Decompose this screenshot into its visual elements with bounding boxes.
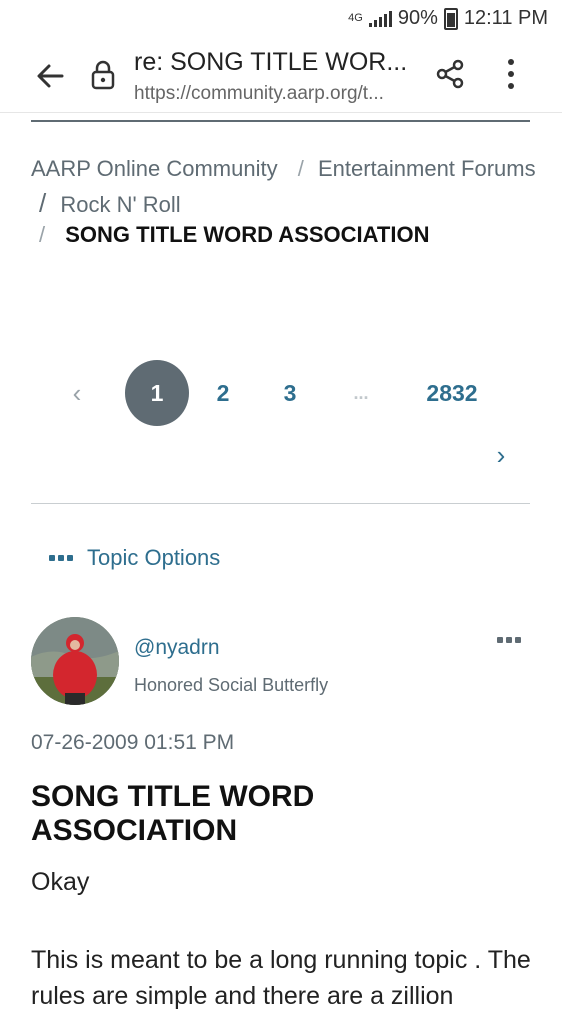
divider: [31, 120, 530, 122]
breadcrumb-separator: /: [39, 188, 47, 218]
page-ellipsis: ...: [353, 382, 369, 403]
next-page-icon[interactable]: ›: [488, 440, 514, 470]
author-link[interactable]: @nyadrn: [134, 636, 220, 660]
post-title: SONG TITLE WORD ASSOCIATION: [31, 780, 315, 847]
author-rank: Honored Social Butterfly: [134, 675, 329, 695]
ellipsis-icon: [497, 637, 521, 643]
battery-icon: [443, 7, 458, 30]
signal-icon: [368, 10, 392, 27]
share-icon[interactable]: [434, 58, 466, 90]
post-body-line: Okay: [31, 868, 90, 896]
page-last[interactable]: 2832: [416, 360, 488, 426]
browser-toolbar: re: SONG TITLE WOR... https://community.…: [0, 38, 562, 113]
post-menu-button[interactable]: [497, 630, 521, 648]
topic-options-button[interactable]: Topic Options: [49, 545, 220, 571]
url-text[interactable]: https://community.aarp.org/t...: [134, 83, 384, 105]
status-icons: 4G 90% 12:11 PM: [348, 7, 548, 30]
status-bar: 4G 90% 12:11 PM: [0, 0, 562, 38]
network-icon: 4G: [348, 12, 363, 24]
back-arrow-icon[interactable]: [34, 60, 66, 92]
prev-page-icon[interactable]: ‹: [62, 360, 92, 426]
battery-percent: 90%: [397, 7, 438, 29]
breadcrumb-separator: /: [39, 222, 46, 247]
page-title[interactable]: re: SONG TITLE WOR...: [134, 48, 407, 77]
topic-options-label: Topic Options: [87, 545, 221, 570]
lock-icon[interactable]: [90, 60, 116, 90]
page-3[interactable]: 3: [272, 360, 308, 426]
pagination: ‹ 1 2 3 ... 2832: [0, 360, 562, 430]
breadcrumb-current: SONG TITLE WORD ASSOCIATION: [65, 222, 430, 247]
breadcrumb-rock[interactable]: Rock N' Roll: [60, 192, 180, 217]
breadcrumb-community[interactable]: AARP Online Community: [31, 156, 278, 181]
page-1[interactable]: 1: [125, 360, 189, 426]
ellipsis-icon: [49, 555, 73, 561]
breadcrumb-entertainment[interactable]: Entertainment Forums: [318, 156, 536, 181]
post-date: 07-26-2009 01:51 PM: [31, 731, 235, 754]
page-2[interactable]: 2: [205, 360, 241, 426]
clock: 12:11 PM: [463, 7, 548, 29]
breadcrumb-separator: /: [297, 156, 304, 181]
avatar[interactable]: [31, 617, 119, 705]
divider: [31, 503, 530, 504]
more-vert-icon[interactable]: [500, 56, 522, 92]
post-body-line: This is meant to be a long running topic…: [31, 946, 531, 1010]
